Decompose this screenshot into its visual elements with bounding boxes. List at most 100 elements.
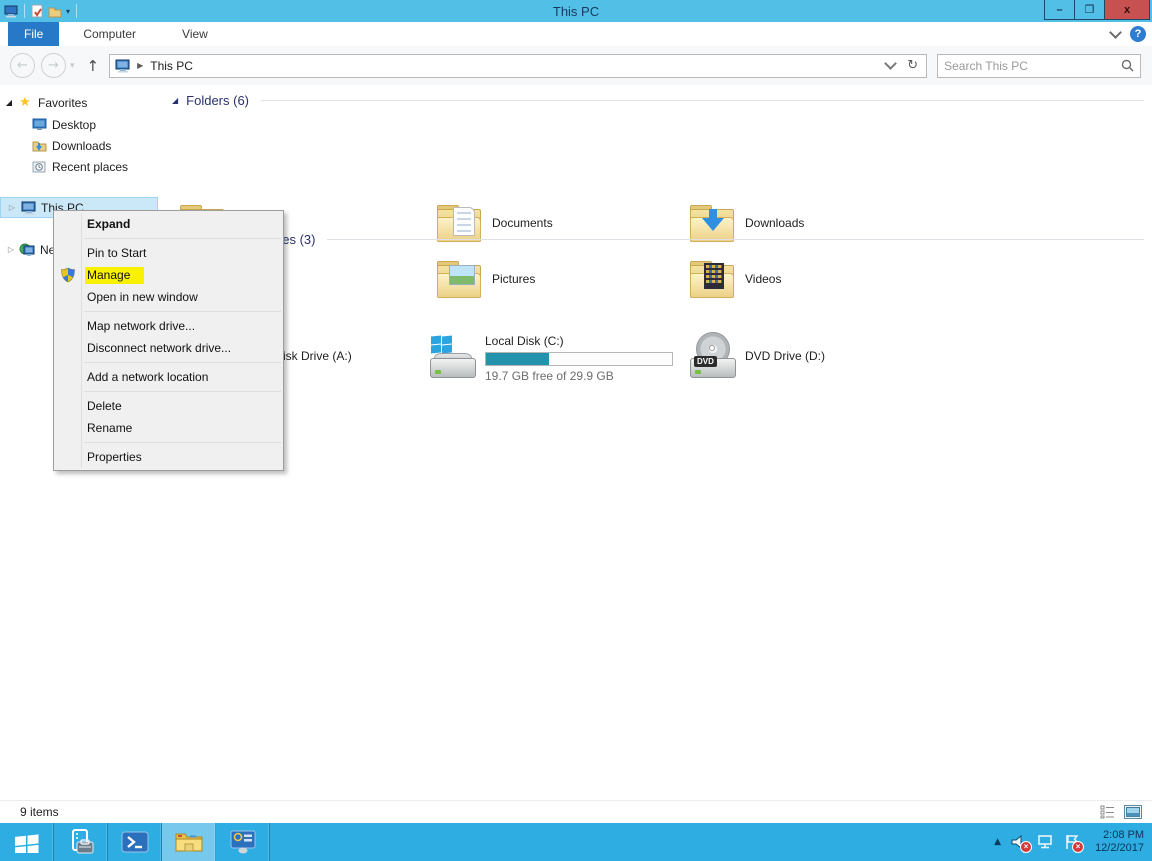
server-manager-icon — [67, 829, 95, 855]
menu-separator — [84, 442, 281, 443]
tile-label: Videos — [745, 272, 781, 286]
menu-item-properties[interactable]: Properties — [54, 446, 283, 468]
menu-item-expand[interactable]: Expand — [54, 213, 283, 235]
control-panel-icon — [229, 829, 257, 855]
refresh-icon[interactable]: ↻ — [907, 58, 918, 73]
show-hidden-icons-arrow[interactable]: ▲ — [994, 837, 1001, 847]
tab-file[interactable]: File — [8, 22, 59, 46]
search-input[interactable] — [938, 59, 1121, 73]
address-bar[interactable]: ▶ This PC ↻ — [109, 54, 927, 78]
desktop-icon — [30, 118, 48, 131]
minimize-button[interactable]: – — [1044, 0, 1075, 20]
taskbar-empty-area[interactable] — [270, 823, 994, 861]
sidebar-item-favorites[interactable]: ◢ ★ Favorites — [2, 92, 87, 113]
menu-item-disconnect-network-drive[interactable]: Disconnect network drive... — [54, 337, 283, 359]
menu-item-map-network-drive[interactable]: Map network drive... — [54, 315, 283, 337]
videos-folder-icon — [688, 255, 736, 303]
favorites-star-icon: ★ — [16, 95, 34, 110]
tile-local-disk-c[interactable]: Local Disk (C:) 19.7 GB free of 29.9 GB — [428, 328, 688, 388]
tab-computer[interactable]: Computer — [69, 22, 150, 46]
this-pc-icon — [19, 201, 37, 215]
status-bar: 9 items — [0, 800, 1152, 823]
disk-usage-bar — [485, 352, 673, 366]
details-view-icon[interactable] — [1100, 805, 1116, 819]
help-icon[interactable]: ? — [1130, 26, 1146, 42]
menu-item-pin-to-start[interactable]: Pin to Start — [54, 242, 283, 264]
tile-label: Downloads — [745, 216, 804, 230]
taskbar: ▲ × × 2:08 PM 12/2/2017 — [0, 823, 1152, 861]
tile-pictures[interactable]: Pictures — [435, 253, 685, 305]
sidebar-item-desktop[interactable]: Desktop — [30, 114, 96, 135]
menu-separator — [84, 238, 281, 239]
collapsed-triangle-icon[interactable]: ▷ — [5, 203, 19, 212]
tile-label: DVD Drive (D:) — [745, 349, 825, 363]
menu-separator — [84, 391, 281, 392]
sidebar-item-downloads[interactable]: Downloads — [30, 135, 111, 156]
local-disk-icon — [428, 334, 476, 382]
menu-item-open-in-new-window[interactable]: Open in new window — [54, 286, 283, 308]
group-header-label: Folders (6) — [186, 93, 249, 108]
items-count: 9 items — [20, 805, 59, 819]
title-bar: ▾ This PC – ❐ x — [0, 0, 1152, 22]
breadcrumb-this-pc[interactable]: This PC — [150, 59, 193, 73]
network-status-icon[interactable] — [1037, 834, 1055, 850]
taskbar-clock[interactable]: 2:08 PM 12/2/2017 — [1089, 829, 1144, 855]
navigation-row: ← → ▾ ↑ ▶ This PC ↻ — [0, 46, 1152, 85]
tile-dvd-drive-d[interactable]: DVD DVD Drive (D:) — [688, 330, 938, 382]
ribbon-collapse-chevron-icon[interactable] — [1109, 26, 1122, 39]
start-button[interactable] — [0, 823, 54, 861]
taskbar-powershell[interactable] — [108, 823, 162, 861]
search-icon[interactable] — [1121, 59, 1134, 72]
taskbar-desktop-settings[interactable] — [216, 823, 270, 861]
address-dropdown-chevron-icon[interactable] — [884, 57, 897, 70]
close-button[interactable]: x — [1104, 0, 1150, 20]
large-icons-view-icon[interactable] — [1124, 805, 1142, 819]
uac-shield-icon — [60, 267, 76, 283]
qat-separator-2 — [76, 4, 77, 18]
action-center-flag-icon[interactable]: × — [1064, 834, 1080, 850]
folders-group-header[interactable]: ◢ Folders (6) — [172, 93, 1144, 108]
sidebar-item-label: Favorites — [38, 96, 87, 110]
sidebar-item-recent-places[interactable]: Recent places — [30, 156, 128, 177]
back-button[interactable]: ← — [10, 53, 35, 78]
group-header-rule — [327, 239, 1144, 240]
group-collapse-icon[interactable]: ◢ — [172, 96, 178, 105]
network-icon — [18, 243, 36, 257]
qat-separator — [24, 4, 25, 18]
menu-item-manage[interactable]: Manage — [54, 264, 283, 286]
menu-item-delete[interactable]: Delete — [54, 395, 283, 417]
menu-item-rename[interactable]: Rename — [54, 417, 283, 439]
properties-qat-icon[interactable] — [31, 4, 44, 18]
disk-usage-bar-fill — [486, 353, 549, 365]
expanded-triangle-icon[interactable]: ◢ — [2, 98, 16, 107]
ribbon-tab-row: File Computer View ? — [0, 22, 1152, 47]
up-button[interactable]: ↑ — [87, 57, 100, 75]
system-tray: ▲ × × 2:08 PM 12/2/2017 — [994, 823, 1152, 861]
sidebar-item-label: Downloads — [52, 139, 111, 153]
caption-buttons: – ❐ x — [1045, 0, 1150, 20]
tile-videos[interactable]: Videos — [688, 253, 938, 305]
volume-muted-icon[interactable]: × — [1010, 834, 1028, 850]
recent-places-icon — [30, 160, 48, 173]
tile-label: Local Disk (C:) — [485, 334, 673, 348]
customize-qat-dropdown-icon[interactable]: ▾ — [66, 7, 70, 16]
taskbar-file-explorer[interactable] — [162, 823, 216, 861]
items-view: ◢ Folders (6) Desktop Documents Download… — [160, 85, 1152, 800]
tab-view[interactable]: View — [168, 22, 222, 46]
new-folder-qat-icon[interactable] — [48, 5, 62, 18]
downloads-icon — [30, 139, 48, 152]
recent-locations-dropdown-icon[interactable]: ▾ — [70, 61, 75, 71]
forward-button[interactable]: → — [41, 53, 66, 78]
explorer-window: ▾ This PC – ❐ x File Computer View ? ← →… — [0, 0, 1152, 861]
menu-item-add-network-location[interactable]: Add a network location — [54, 366, 283, 388]
context-menu: Expand Pin to Start Manage Open in new w… — [53, 210, 284, 471]
disk-free-space: 19.7 GB free of 29.9 GB — [485, 369, 673, 383]
devices-group-header[interactable]: ◢ Devices and drives (3) — [172, 232, 1144, 247]
collapsed-triangle-icon[interactable]: ▷ — [4, 245, 18, 254]
windows-logo-icon — [14, 831, 40, 853]
maximize-button[interactable]: ❐ — [1074, 0, 1105, 20]
crumb-arrow-icon[interactable]: ▶ — [137, 61, 143, 70]
taskbar-server-manager[interactable] — [54, 823, 108, 861]
window-title: This PC — [0, 4, 1152, 19]
dvd-label: DVD — [694, 356, 717, 367]
